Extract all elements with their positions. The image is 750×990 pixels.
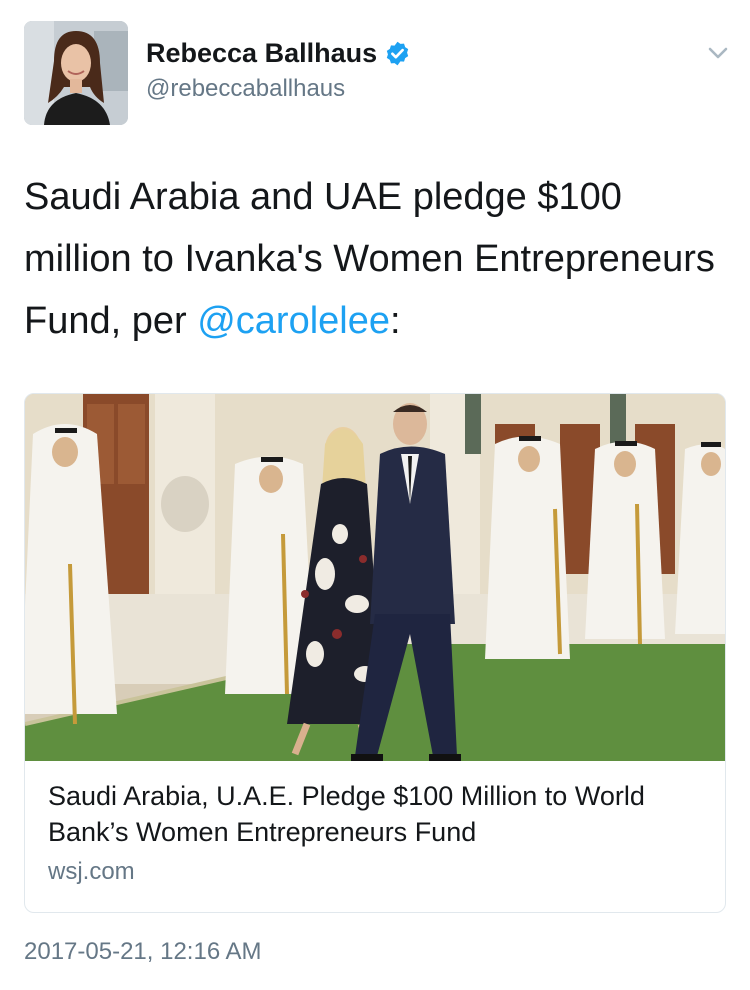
avatar-photo	[24, 21, 128, 125]
author-name-row[interactable]: Rebecca Ballhaus	[146, 38, 411, 69]
card-title[interactable]: Saudi Arabia, U.A.E. Pledge $100 Million…	[48, 778, 698, 850]
chevron-down-icon[interactable]	[708, 46, 728, 60]
avatar[interactable]	[24, 21, 128, 125]
tweet-text-tail: :	[390, 300, 401, 342]
author-display-name[interactable]: Rebecca Ballhaus	[146, 38, 377, 69]
tweet-timestamp[interactable]: 2017-05-21, 12:16 AM	[24, 938, 262, 966]
mention-link[interactable]: @carolelee	[197, 300, 390, 342]
link-card[interactable]: Saudi Arabia, U.A.E. Pledge $100 Million…	[24, 393, 726, 913]
verified-badge-icon	[386, 41, 409, 66]
card-domain: wsj.com	[48, 858, 135, 885]
tweet-text: Saudi Arabia and UAE pledge $100 million…	[24, 166, 724, 352]
card-image[interactable]	[25, 394, 725, 761]
author-handle[interactable]: @rebeccaballhaus	[146, 75, 345, 103]
